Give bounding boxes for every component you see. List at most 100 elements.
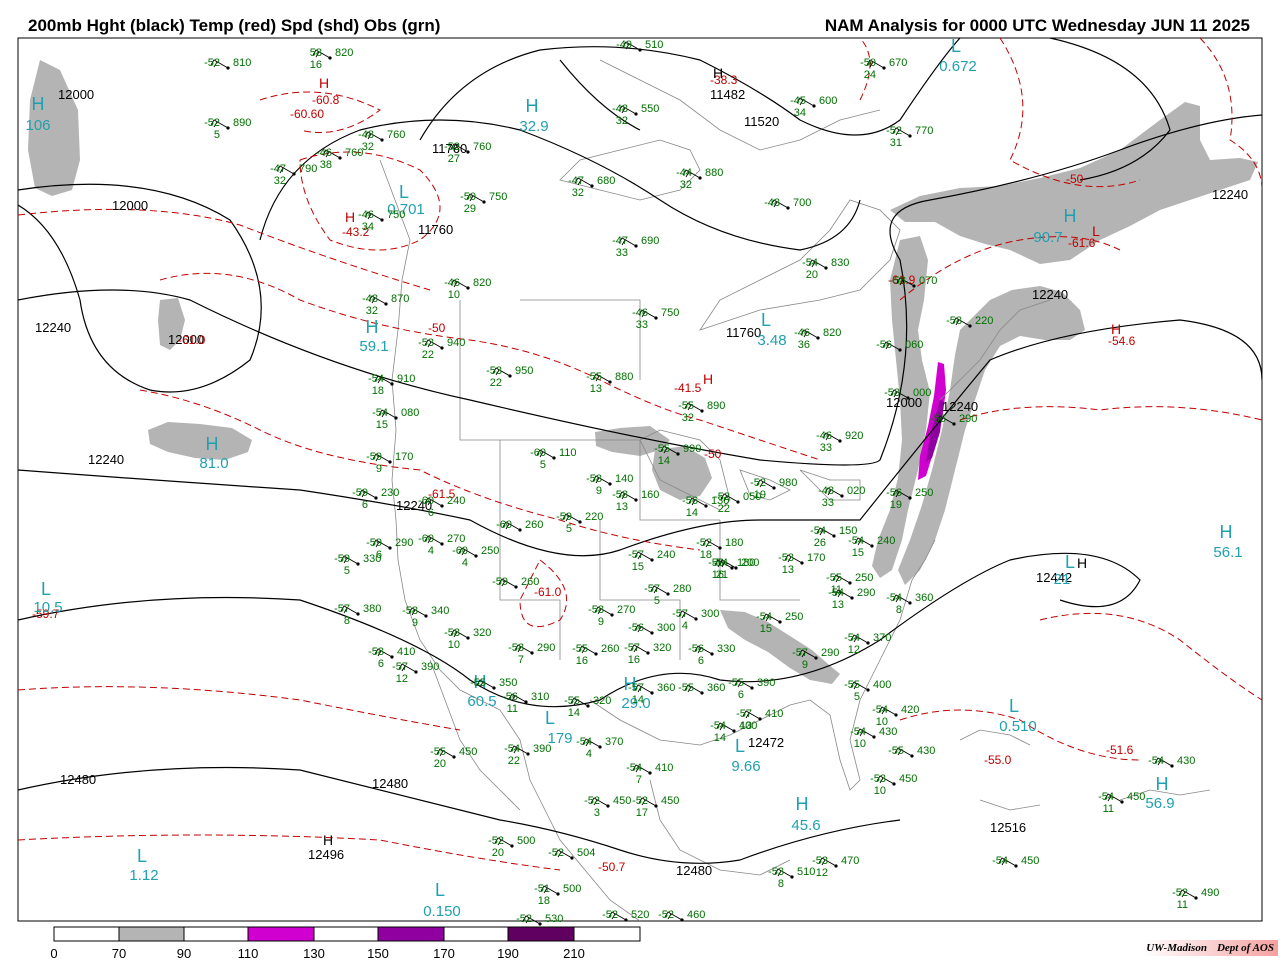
station-height: 820 [335,47,353,59]
svg-text:H: H [206,434,219,454]
svg-text:H: H [1064,206,1077,226]
station-dewpoint: 13 [616,501,628,513]
station-temp: -53 [870,773,886,785]
station-temp: -46 [444,277,460,289]
temp-label: -55.0 [984,753,1012,767]
station-height: 880 [705,167,723,179]
station-temp: -52 [714,491,730,503]
station-temp: -52 [584,795,600,807]
station-dewpoint: 33 [820,442,832,454]
station-height: 250 [785,611,803,623]
svg-text:H: H [796,794,809,814]
colorbar-bin [247,926,315,942]
station-temp: -59 [492,576,508,588]
station-dewpoint: 32 [362,141,374,153]
station-temp: -54 [576,736,592,748]
station-height: 770 [915,125,933,137]
station-dewpoint: 8 [896,604,902,616]
station-height: 300 [657,622,675,634]
station-temp: -48 [612,103,628,115]
height-label: 12000 [112,198,148,213]
station-dewpoint: 32 [616,115,628,127]
station-temp: -55 [430,746,446,758]
svg-text:10.5: 10.5 [33,599,62,616]
station-temp: -52 [632,795,648,807]
height-label: 11482 [710,87,745,102]
colorbar-bin [183,926,249,942]
station-dewpoint: 10 [448,639,460,651]
station-dewpoint: 11 [507,703,518,715]
station-dewpoint: 4 [586,748,592,760]
station-height: 450 [1021,855,1039,867]
station-dewpoint: 14 [658,455,670,467]
height-label: 12480 [676,863,712,878]
center-high: H [1111,321,1121,337]
station-height: 260 [601,643,619,655]
station-temp: -54 [372,407,388,419]
svg-text:L: L [1009,696,1019,716]
svg-text:21: 21 [1054,571,1071,588]
svg-text:L: L [1092,223,1100,239]
svg-text:H: H [345,209,355,225]
station-temp: -55 [564,695,580,707]
station-dewpoint: 9 [598,616,604,628]
station-height: 820 [823,327,841,339]
station-temp: -52 [548,847,564,859]
height-label: 12240 [942,399,978,414]
station-temp: -54 [844,632,860,644]
station-dewpoint: 18 [538,895,550,907]
svg-text:0.150: 0.150 [423,903,461,920]
station-height: 270 [617,604,635,616]
svg-text:H: H [1111,321,1121,337]
station-temp: -51 [534,883,550,895]
svg-text:1.12: 1.12 [129,867,158,884]
svg-text:45.6: 45.6 [791,817,820,834]
station-height: 220 [975,315,993,327]
svg-text:H: H [1156,774,1169,794]
station-temp: -52 [444,141,460,153]
station-dewpoint: 32 [366,305,378,317]
station-dewpoint: 6 [698,655,704,667]
station-height: 370 [873,632,891,644]
station-height: 290 [959,413,977,425]
station-height: 070 [919,275,937,287]
svg-text:32.9: 32.9 [519,118,548,135]
station-temp: -60 [452,545,468,557]
station-temp: -57 [792,647,808,659]
station-height: 700 [793,197,811,209]
svg-text:90.7: 90.7 [1033,229,1062,246]
station-height: 270 [447,533,465,545]
station-dewpoint: 12 [816,867,828,879]
station-dewpoint: 8 [778,878,784,890]
station-dewpoint: 36 [798,339,810,351]
station-dewpoint: 14 [568,707,580,719]
station-height: 290 [537,642,555,654]
station-height: 830 [831,257,849,269]
station-temp: -54 [712,557,728,569]
height-label: 12240 [1212,187,1248,202]
station-temp: -47 [612,235,628,247]
station-temp: -60 [530,447,546,459]
station-height: 380 [363,603,381,615]
station-dewpoint: 5 [214,129,220,141]
station-height: 600 [819,95,837,107]
station-temp: -57 [624,642,640,654]
station-height: 290 [857,587,875,599]
station-dewpoint: 8 [344,615,350,627]
station-temp: -56 [876,339,892,351]
station-height: 760 [345,147,363,159]
station-temp: -56 [682,495,698,507]
svg-text:56.1: 56.1 [1213,544,1242,561]
station-temp: -60 [496,519,512,531]
station-temp: -53 [768,866,784,878]
station-temp: -52 [204,117,220,129]
station-temp: -54 [1098,791,1114,803]
station-temp: -59 [334,553,350,565]
station-height: 690 [641,235,659,247]
station-temp: -52 [1172,887,1188,899]
svg-text:L: L [41,579,51,599]
station-height: 260 [525,519,543,531]
station-height: 550 [641,103,659,115]
station-dewpoint: 31 [890,137,902,149]
station-temp: -47 [568,175,584,187]
